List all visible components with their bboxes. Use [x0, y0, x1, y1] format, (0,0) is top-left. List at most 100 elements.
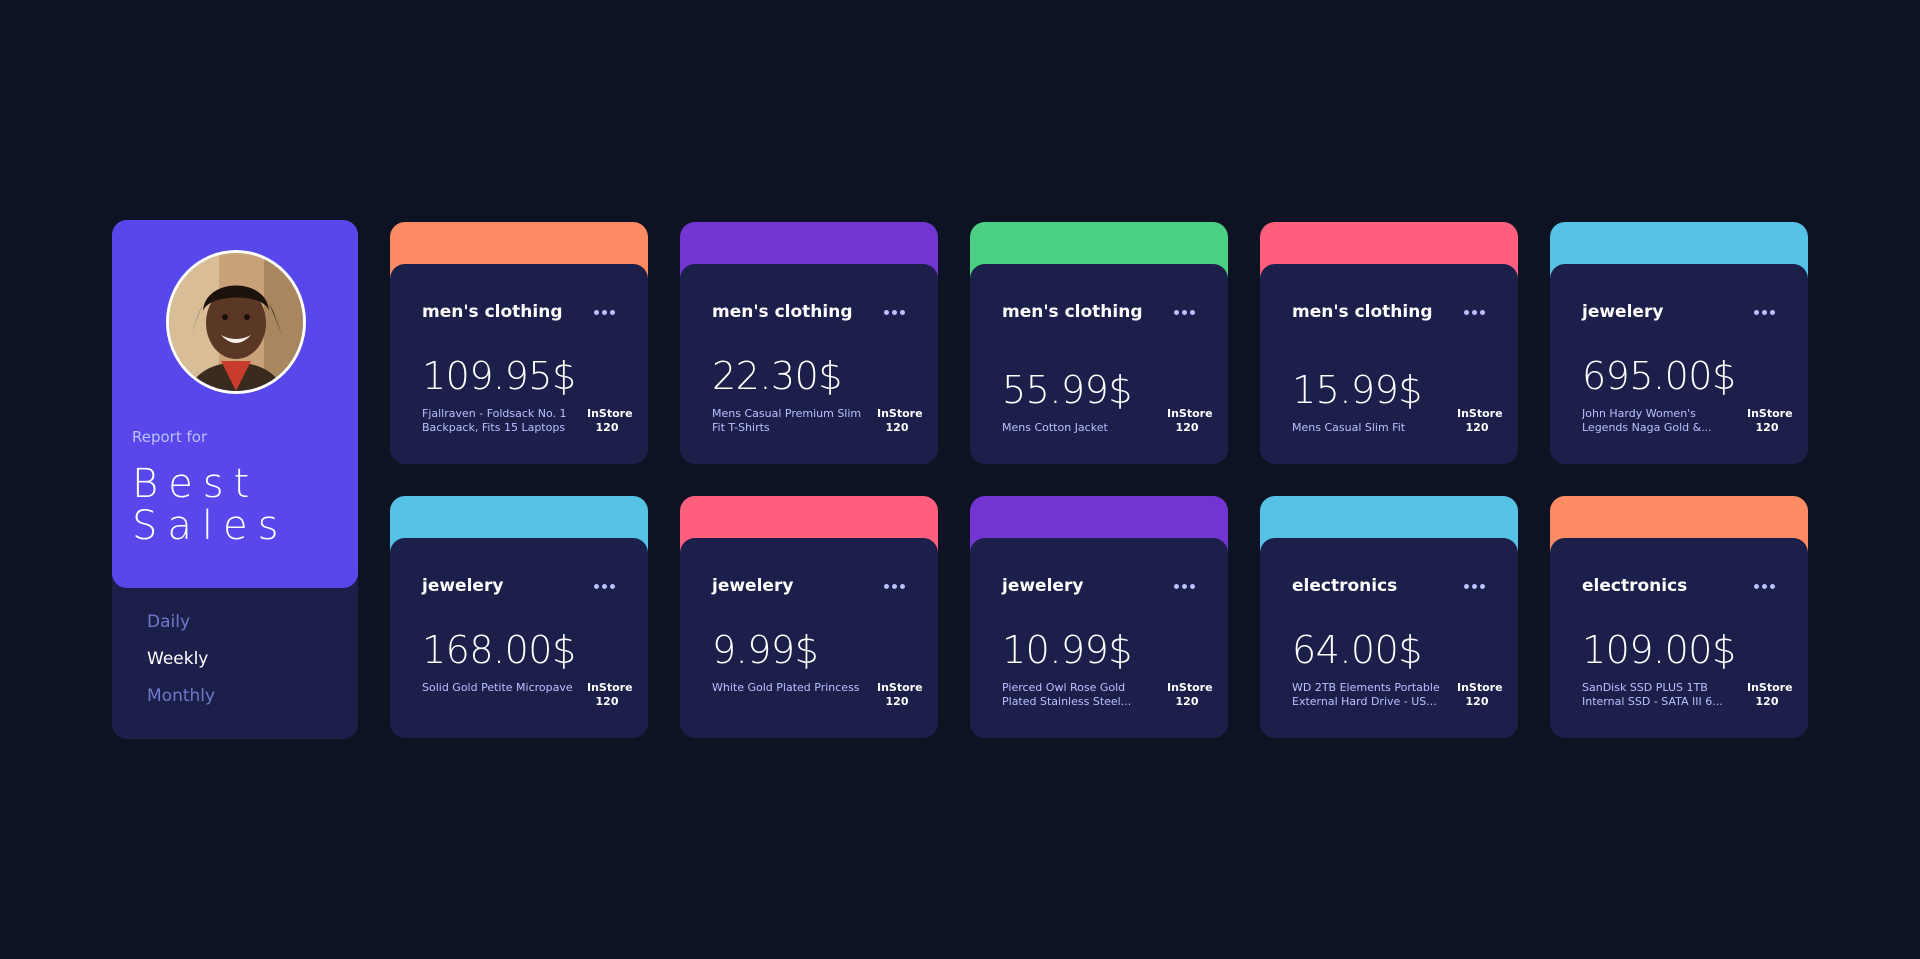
product-card[interactable]: jewelery 9.99$ White Gold Plated Princess I… — [680, 496, 938, 738]
avatar-image — [169, 253, 303, 391]
card-price: 109.00$ — [1582, 628, 1736, 672]
card-category: jewelery — [1002, 576, 1084, 596]
title-line-2: Sales — [132, 503, 289, 549]
instore-value: 120 — [1755, 421, 1779, 434]
instore-label: InStore — [587, 407, 633, 420]
period-daily[interactable]: Daily — [147, 610, 215, 634]
card-price: 695.00$ — [1582, 354, 1736, 398]
more-options-icon[interactable] — [1174, 584, 1196, 590]
product-card[interactable]: men's clothing 55.99$ Mens Cotton Jacket In… — [970, 222, 1228, 464]
product-name: White Gold Plated Princess — [712, 681, 860, 694]
instore-count: InStore 120 — [1167, 407, 1213, 435]
instore-label: InStore — [587, 681, 633, 694]
card-price: 10.99$ — [1002, 628, 1132, 672]
card-price: 15.99$ — [1292, 368, 1422, 412]
instore-value: 120 — [595, 695, 619, 708]
product-card[interactable]: jewelery 695.00$ John Hardy Women's Legend… — [1550, 222, 1808, 464]
more-options-icon[interactable] — [1464, 584, 1486, 590]
card-category: jewelery — [422, 576, 504, 596]
instore-count: InStore 120 — [877, 681, 923, 709]
product-card[interactable]: men's clothing 22.30$ Mens Casual Premium … — [680, 222, 938, 464]
card-body: men's clothing 55.99$ Mens Cotton Jacket In… — [970, 264, 1228, 464]
instore-value: 120 — [1465, 695, 1489, 708]
more-options-icon[interactable] — [884, 584, 906, 590]
product-name: WD 2TB Elements Portable External Hard D… — [1292, 681, 1440, 708]
product-name: Pierced Owl Rose Gold Plated Stainless S… — [1002, 681, 1132, 708]
card-price: 64.00$ — [1292, 628, 1422, 672]
card-body: electronics 109.00$ SanDisk SSD PLUS 1TB I… — [1550, 538, 1808, 738]
instore-label: InStore — [877, 407, 923, 420]
card-body: jewelery 10.99$ Pierced Owl Rose Gold Plat… — [970, 538, 1228, 738]
more-options-icon[interactable] — [884, 310, 906, 316]
product-card[interactable]: men's clothing 15.99$ Mens Casual Slim Fit… — [1260, 222, 1518, 464]
title-line-1: Best — [132, 461, 260, 507]
instore-label: InStore — [1457, 407, 1503, 420]
card-body: jewelery 168.00$ Solid Gold Petite Micropa… — [390, 538, 648, 738]
instore-count: InStore 120 — [877, 407, 923, 435]
product-card[interactable]: electronics 109.00$ SanDisk SSD PLUS 1TB I… — [1550, 496, 1808, 738]
instore-count: InStore 120 — [1747, 681, 1793, 709]
more-options-icon[interactable] — [594, 310, 616, 316]
instore-count: InStore 120 — [1747, 407, 1793, 435]
more-options-icon[interactable] — [1464, 310, 1486, 316]
instore-label: InStore — [1747, 681, 1793, 694]
instore-count: InStore 120 — [1457, 681, 1503, 709]
card-price: 9.99$ — [712, 628, 819, 672]
more-options-icon[interactable] — [1754, 584, 1776, 590]
product-card[interactable]: jewelery 168.00$ Solid Gold Petite Micropa… — [390, 496, 648, 738]
period-weekly[interactable]: Weekly — [147, 647, 215, 671]
instore-value: 120 — [885, 695, 909, 708]
period-monthly[interactable]: Monthly — [147, 684, 215, 708]
card-body: men's clothing 22.30$ Mens Casual Premium … — [680, 264, 938, 464]
product-name: Mens Casual Slim Fit — [1292, 421, 1406, 434]
product-card[interactable]: electronics 64.00$ WD 2TB Elements Portabl… — [1260, 496, 1518, 738]
period-selector: Daily Weekly Monthly — [147, 610, 215, 721]
report-for-label: Report for — [132, 428, 208, 446]
product-name: Mens Casual Premium Slim Fit T-Shirts — [712, 407, 862, 434]
more-options-icon[interactable] — [1754, 310, 1776, 316]
dashboard: Report for Best Sales Daily Weekly Month… — [112, 220, 1808, 740]
card-category: electronics — [1582, 576, 1688, 596]
instore-value: 120 — [1755, 695, 1779, 708]
card-price: 22.30$ — [712, 354, 842, 398]
instore-count: InStore 120 — [1167, 681, 1213, 709]
card-price: 109.95$ — [422, 354, 576, 398]
product-name: Fjallraven - Foldsack No. 1 Backpack, Fi… — [422, 407, 567, 434]
card-body: men's clothing 15.99$ Mens Casual Slim Fit… — [1260, 264, 1518, 464]
more-options-icon[interactable] — [594, 584, 616, 590]
card-category: men's clothing — [712, 302, 853, 322]
instore-count: InStore 120 — [587, 407, 633, 435]
instore-value: 120 — [885, 421, 909, 434]
profile-header: Report for Best Sales — [112, 220, 358, 588]
card-category: jewelery — [712, 576, 794, 596]
product-card[interactable]: jewelery 10.99$ Pierced Owl Rose Gold Plat… — [970, 496, 1228, 738]
card-body: jewelery 695.00$ John Hardy Women's Legend… — [1550, 264, 1808, 464]
product-name: Solid Gold Petite Micropave — [422, 681, 573, 694]
avatar — [166, 250, 306, 394]
instore-count: InStore 120 — [1457, 407, 1503, 435]
product-name: Mens Cotton Jacket — [1002, 421, 1108, 434]
card-body: electronics 64.00$ WD 2TB Elements Portabl… — [1260, 538, 1518, 738]
card-category: men's clothing — [422, 302, 563, 322]
more-options-icon[interactable] — [1174, 310, 1196, 316]
instore-label: InStore — [1747, 407, 1793, 420]
page-title: Best Sales — [132, 463, 288, 547]
instore-value: 120 — [1465, 421, 1489, 434]
instore-label: InStore — [1167, 407, 1213, 420]
product-card[interactable]: men's clothing 109.95$ Fjallraven - Foldsa… — [390, 222, 648, 464]
card-price: 168.00$ — [422, 628, 576, 672]
card-category: jewelery — [1582, 302, 1664, 322]
card-body: men's clothing 109.95$ Fjallraven - Foldsa… — [390, 264, 648, 464]
card-category: men's clothing — [1002, 302, 1143, 322]
instore-value: 120 — [1175, 421, 1199, 434]
instore-value: 120 — [1175, 695, 1199, 708]
card-price: 55.99$ — [1002, 368, 1132, 412]
profile-panel: Report for Best Sales Daily Weekly Month… — [112, 220, 358, 739]
product-name: John Hardy Women's Legends Naga Gold &..… — [1582, 407, 1712, 434]
card-body: jewelery 9.99$ White Gold Plated Princess I… — [680, 538, 938, 738]
instore-label: InStore — [877, 681, 923, 694]
instore-label: InStore — [1167, 681, 1213, 694]
instore-label: InStore — [1457, 681, 1503, 694]
instore-count: InStore 120 — [587, 681, 633, 709]
product-name: SanDisk SSD PLUS 1TB Internal SSD - SATA… — [1582, 681, 1723, 708]
